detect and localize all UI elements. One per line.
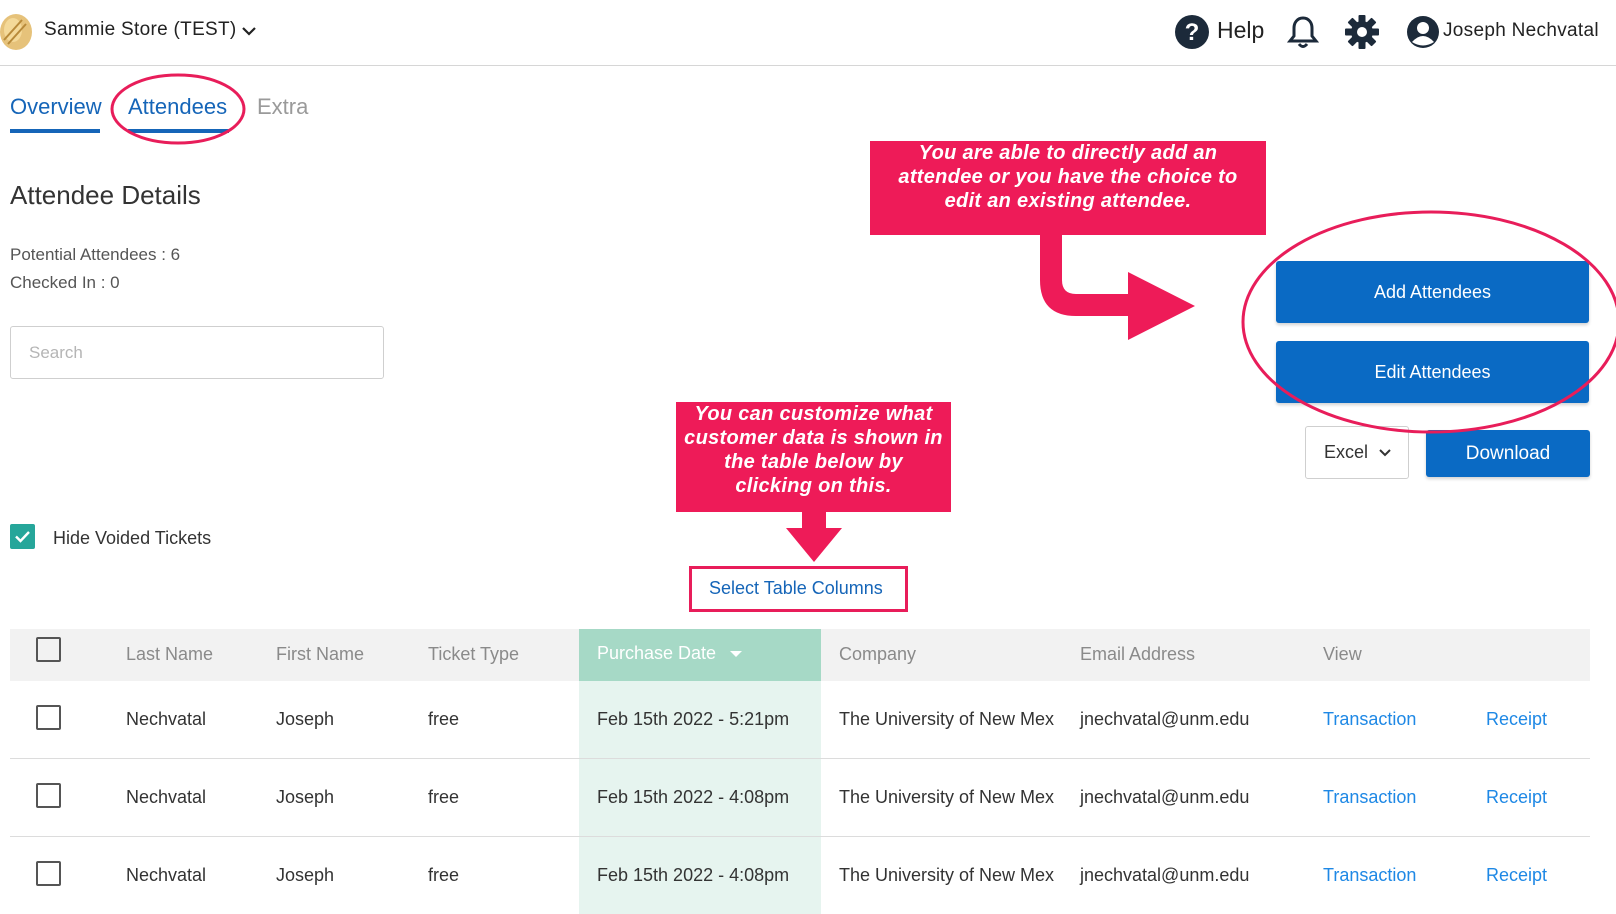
cell-ticket-type: free	[428, 709, 460, 729]
cell-first-name: Joseph	[276, 865, 335, 885]
edit-attendees-button[interactable]: Edit Attendees	[1276, 341, 1589, 403]
cell-company: The University of New Mex	[839, 865, 1055, 885]
column-header-purchase-date-label: Purchase Date	[597, 643, 717, 663]
column-header-first-name[interactable]: First Name	[276, 644, 364, 665]
search-input[interactable]	[10, 326, 384, 379]
cell-first-name: Joseph	[276, 787, 335, 807]
hide-voided-checkbox[interactable]	[10, 524, 35, 549]
svg-text:?: ?	[1185, 19, 1200, 46]
column-header-last-name[interactable]: Last Name	[126, 644, 213, 665]
cell-company: The University of New Mex	[839, 787, 1055, 807]
bell-icon[interactable]	[1287, 14, 1319, 50]
receipt-link[interactable]: Receipt	[1486, 787, 1547, 808]
cell-first-name: Joseph	[276, 709, 335, 729]
hide-voided-label: Hide Voided Tickets	[53, 528, 212, 548]
table-row: Nechvatal Joseph free Feb 15th 2022 - 4:…	[10, 837, 1590, 914]
row-checkbox[interactable]	[36, 783, 61, 808]
cell-email: jnechvatal@unm.edu	[1080, 709, 1250, 729]
store-logo-icon	[0, 14, 32, 50]
row-checkbox[interactable]	[36, 861, 61, 886]
user-avatar-icon[interactable]	[1406, 15, 1440, 49]
tab-attendees[interactable]: Attendees	[128, 94, 227, 120]
table-header: Last Name First Name Ticket Type Purchas…	[10, 629, 1590, 681]
table-row: Nechvatal Joseph free Feb 15th 2022 - 5:…	[10, 681, 1590, 759]
transaction-link[interactable]: Transaction	[1323, 787, 1416, 808]
add-attendees-button[interactable]: Add Attendees	[1276, 261, 1589, 323]
cell-ticket-type: free	[428, 865, 460, 885]
tab-attendees-underline	[128, 129, 229, 133]
cell-purchase-date: Feb 15th 2022 - 4:08pm	[597, 787, 790, 807]
top-bar: Sammie Store (TEST) ? Help Joseph Nechva…	[0, 0, 1616, 66]
cell-last-name: Nechvatal	[126, 865, 207, 885]
receipt-link[interactable]: Receipt	[1486, 865, 1547, 886]
select-all-checkbox[interactable]	[36, 637, 61, 662]
sort-descending-icon	[730, 651, 742, 657]
cell-company: The University of New Mex	[839, 709, 1055, 729]
checkmark-icon	[15, 531, 30, 543]
column-header-company[interactable]: Company	[839, 644, 916, 665]
download-button[interactable]: Download	[1426, 430, 1590, 477]
tab-overview[interactable]: Overview	[10, 94, 102, 120]
cell-last-name: Nechvatal	[126, 787, 207, 807]
potential-attendees-count: Potential Attendees : 6	[10, 245, 181, 264]
page-title: Attendee Details	[10, 180, 201, 210]
transaction-link[interactable]: Transaction	[1323, 865, 1416, 886]
column-header-email[interactable]: Email Address	[1080, 644, 1195, 665]
column-header-purchase-date[interactable]: Purchase Date	[579, 629, 821, 681]
tab-extra[interactable]: Extra	[257, 94, 308, 120]
annotation-callout-columns: You can customize what customer data is …	[676, 402, 951, 512]
table-row: Nechvatal Joseph free Feb 15th 2022 - 4:…	[10, 759, 1590, 837]
cell-purchase-date: Feb 15th 2022 - 5:21pm	[597, 709, 790, 729]
user-menu[interactable]: Joseph Nechvatal	[1443, 20, 1599, 42]
cell-last-name: Nechvatal	[126, 709, 207, 729]
column-header-ticket-type[interactable]: Ticket Type	[428, 644, 519, 665]
chevron-down-icon[interactable]	[240, 22, 258, 40]
cell-email: jnechvatal@unm.edu	[1080, 787, 1250, 807]
gear-icon[interactable]	[1344, 14, 1380, 50]
column-header-view: View	[1323, 644, 1362, 664]
export-format-value: Excel	[1324, 442, 1369, 462]
help-icon[interactable]: ?	[1174, 14, 1210, 50]
chevron-down-icon	[1379, 449, 1391, 457]
annotation-callout-add-edit: You are able to directly add an attendee…	[870, 141, 1266, 235]
annotation-arrow-buttons	[1040, 235, 1195, 340]
annotation-arrow-columns	[786, 512, 842, 562]
store-selector[interactable]: Sammie Store (TEST)	[44, 19, 237, 41]
help-link[interactable]: Help	[1217, 17, 1264, 44]
row-checkbox[interactable]	[36, 705, 61, 730]
tab-overview-underline	[10, 129, 100, 133]
transaction-link[interactable]: Transaction	[1323, 709, 1416, 730]
receipt-link[interactable]: Receipt	[1486, 709, 1547, 730]
export-format-select[interactable]: Excel	[1305, 426, 1409, 479]
cell-email: jnechvatal@unm.edu	[1080, 865, 1250, 885]
select-table-columns-link[interactable]: Select Table Columns	[709, 578, 883, 599]
checked-in-count: Checked In : 0	[10, 273, 120, 292]
cell-purchase-date: Feb 15th 2022 - 4:08pm	[597, 865, 790, 885]
cell-ticket-type: free	[428, 787, 460, 807]
